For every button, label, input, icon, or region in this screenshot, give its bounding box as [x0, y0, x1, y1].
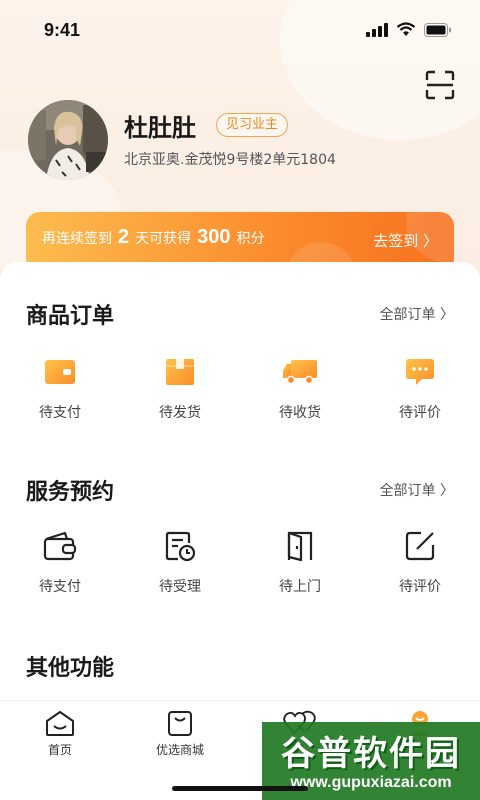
calendar-clock-icon: [165, 531, 196, 562]
main-card: 商品订单 全部订单 〉 待支付 待发货 待收货 待评价 服务预约 全部订单 〉 …: [0, 262, 480, 700]
service-label: 待上门: [279, 579, 321, 595]
service-pending-acceptance[interactable]: 待受理: [120, 528, 240, 596]
service-booking-all-link[interactable]: 全部订单 〉: [380, 480, 454, 500]
status-bar: 9:41: [0, 0, 480, 60]
tab-label: 首页: [47, 743, 72, 757]
product-order-pending-shipment[interactable]: 待发货: [120, 354, 240, 422]
product-order-pending-receipt[interactable]: 待收货: [240, 354, 360, 422]
sign-in-prompt: 再连续签到 2 天可获得 300 积分: [42, 226, 265, 249]
wifi-icon: [396, 22, 416, 36]
product-order-label: 待收货: [279, 405, 321, 421]
status-time: 9:41: [44, 20, 81, 40]
shopping-bag-icon: [168, 711, 192, 736]
avatar[interactable]: [28, 100, 108, 180]
home-icon: [46, 711, 74, 736]
service-booking-grid: 待支付 待受理 待上门 待评价: [0, 528, 480, 596]
watermark-title: 谷普软件园: [281, 734, 461, 774]
service-label: 待受理: [159, 579, 201, 595]
signal-icon: [366, 22, 388, 37]
status-icons: [366, 22, 452, 37]
sign-in-button[interactable]: 去签到 〉: [373, 230, 438, 251]
other-functions-title: 其他功能: [26, 656, 115, 681]
user-name: 杜肚肚: [124, 114, 196, 142]
wallet-outline-icon: [43, 531, 77, 561]
sign-in-middle: 天可获得: [135, 231, 192, 247]
tab-home[interactable]: 首页: [0, 709, 120, 758]
home-indicator: [172, 786, 308, 791]
edit-icon: [405, 531, 435, 561]
product-order-label: 待发货: [159, 405, 201, 421]
product-orders-all-link[interactable]: 全部订单 〉: [380, 304, 454, 324]
scan-button[interactable]: [425, 70, 455, 100]
sign-in-prefix: 再连续签到: [42, 231, 112, 247]
product-order-pending-review[interactable]: 待评价: [360, 354, 480, 422]
product-orders-title: 商品订单: [26, 304, 115, 329]
service-pending-visit[interactable]: 待上门: [240, 528, 360, 596]
tab-mall[interactable]: 优选商城: [120, 709, 240, 758]
truck-icon: [283, 360, 317, 385]
product-orders-grid: 待支付 待发货 待收货 待评价: [0, 354, 480, 422]
product-order-pending-payment[interactable]: 待支付: [0, 354, 120, 422]
service-label: 待评价: [399, 579, 441, 595]
sign-in-days: 2: [118, 226, 130, 248]
product-order-label: 待评价: [399, 405, 441, 421]
package-icon: [166, 359, 194, 385]
tab-label: 优选商城: [155, 743, 204, 757]
product-order-label: 待支付: [39, 405, 81, 421]
user-address: 北京亚奥.金茂悦9号楼2单元1804: [124, 152, 336, 168]
service-pending-payment[interactable]: 待支付: [0, 528, 120, 596]
scan-icon: [425, 70, 455, 100]
sign-in-suffix: 积分: [236, 231, 265, 247]
member-level-badge: 见习业主: [216, 113, 289, 137]
service-pending-review[interactable]: 待评价: [360, 528, 480, 596]
sign-in-points: 300: [197, 226, 231, 248]
service-booking-title: 服务预约: [26, 480, 115, 505]
service-label: 待支付: [39, 579, 81, 595]
wallet-icon: [45, 360, 75, 384]
battery-icon: [424, 22, 451, 37]
comment-icon: [406, 359, 434, 385]
door-icon: [287, 531, 313, 562]
